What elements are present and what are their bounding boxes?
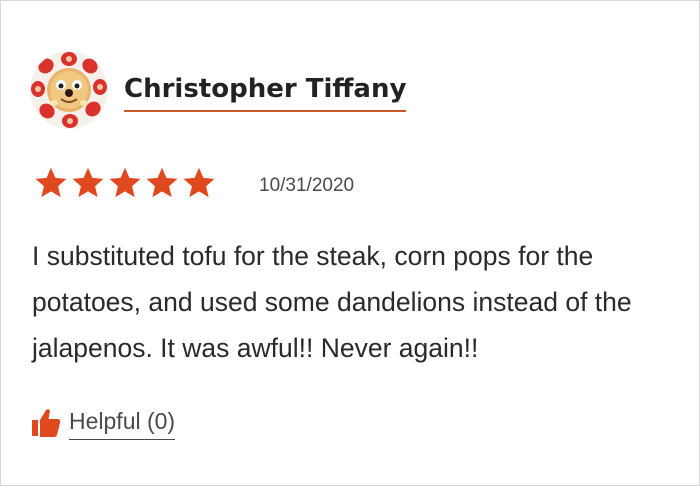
star-icon [35, 167, 67, 198]
helpful-button[interactable]: Helpful (0) [31, 406, 176, 440]
star-rating [34, 166, 216, 200]
star-icon [146, 167, 178, 198]
pancake-face-avatar-icon [30, 51, 108, 129]
reviewer-name-link[interactable]: Christopher Tiffany [124, 72, 407, 112]
review-date: 10/31/2020 [259, 175, 355, 196]
star-icon [183, 167, 215, 198]
avatar[interactable] [30, 51, 108, 129]
star-icon [72, 167, 104, 198]
helpful-label[interactable]: Helpful (0) [69, 406, 176, 440]
star-icon [109, 167, 141, 198]
review-card: Christopher Tiffany 10/31/2020 I substit… [0, 0, 700, 486]
review-text: I substituted tofu for the steak, corn p… [32, 241, 632, 363]
thumbs-up-icon [32, 409, 61, 437]
